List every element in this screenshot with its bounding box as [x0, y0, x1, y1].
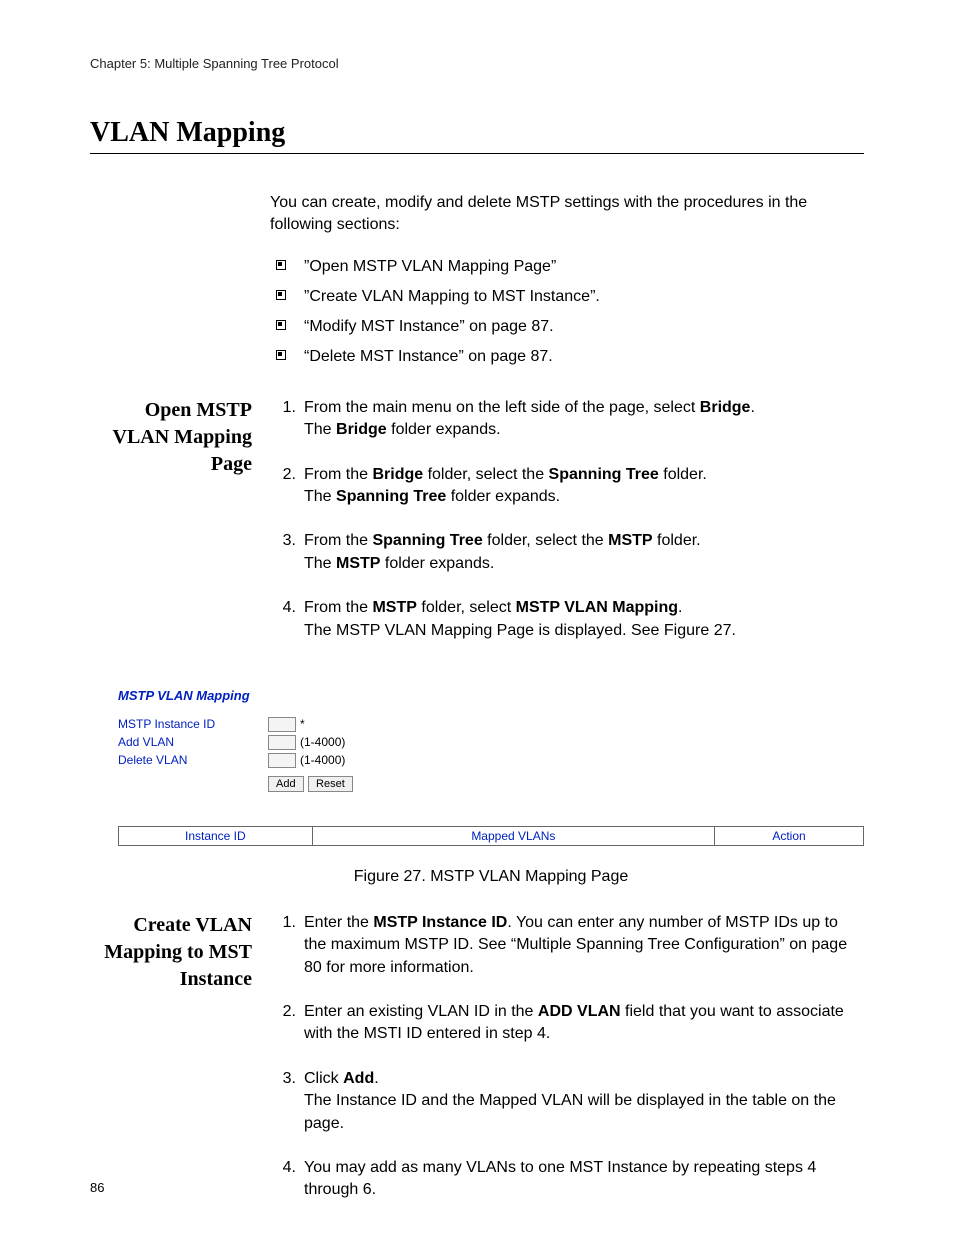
section-title: VLAN Mapping [90, 117, 864, 149]
mstp-instance-id-input[interactable] [268, 717, 296, 732]
document-page: Chapter 5: Multiple Spanning Tree Protoc… [0, 0, 954, 1235]
side-heading-open: Open MSTP VLAN Mapping Page [90, 397, 270, 478]
col-header-instance-id: Instance ID [119, 826, 313, 845]
list-item: 1. Enter the MSTP Instance ID. You can e… [270, 912, 864, 979]
col-header-action: Action [714, 826, 863, 845]
square-bullet-icon [276, 350, 286, 360]
list-item: 1. From the main menu on the left side o… [270, 397, 864, 442]
list-item: 3. From the Spanning Tree folder, select… [270, 530, 864, 575]
square-bullet-icon [276, 290, 286, 300]
chapter-header: Chapter 5: Multiple Spanning Tree Protoc… [90, 56, 864, 71]
bullet-item: “Delete MST Instance” on page 87. [270, 345, 864, 369]
add-button[interactable]: Add [268, 776, 304, 792]
intro-text: You can create, modify and delete MSTP s… [270, 192, 864, 237]
square-bullet-icon [276, 320, 286, 330]
add-vlan-input[interactable] [268, 735, 296, 750]
bullet-list: ”Open MSTP VLAN Mapping Page” ”Create VL… [270, 255, 864, 369]
label-add-vlan: Add VLAN [118, 735, 268, 749]
col-header-mapped-vlans: Mapped VLANs [312, 826, 714, 845]
range-hint: (1-4000) [300, 735, 345, 749]
open-mstp-block: Open MSTP VLAN Mapping Page 1. From the … [90, 397, 864, 664]
bullet-text: “Modify MST Instance” on page 87. [304, 318, 554, 335]
form-row-delete-vlan: Delete VLAN (1-4000) [118, 753, 864, 768]
range-hint: (1-4000) [300, 753, 345, 767]
create-steps-list: 1. Enter the MSTP Instance ID. You can e… [270, 912, 864, 1202]
figure-27: MSTP VLAN Mapping MSTP Instance ID * Add… [118, 688, 864, 886]
bullet-text: ”Create VLAN Mapping to MST Instance”. [304, 288, 600, 305]
label-mstp-instance-id: MSTP Instance ID [118, 717, 268, 731]
bullet-text: “Delete MST Instance” on page 87. [304, 348, 553, 365]
form-buttons: Add Reset [268, 774, 864, 792]
bullet-item: ”Open MSTP VLAN Mapping Page” [270, 255, 864, 279]
bullet-item: ”Create VLAN Mapping to MST Instance”. [270, 285, 864, 309]
create-vlan-block: Create VLAN Mapping to MST Instance 1. E… [90, 912, 864, 1224]
bullet-item: “Modify MST Instance” on page 87. [270, 315, 864, 339]
section-rule [90, 153, 864, 154]
form-row-add-vlan: Add VLAN (1-4000) [118, 735, 864, 750]
square-bullet-icon [276, 260, 286, 270]
reset-button[interactable]: Reset [308, 776, 353, 792]
list-item: 2. From the Bridge folder, select the Sp… [270, 464, 864, 509]
list-item: 3. Click Add. The Instance ID and the Ma… [270, 1068, 864, 1135]
list-item: 4. From the MSTP folder, select MSTP VLA… [270, 597, 864, 642]
figure-caption: Figure 27. MSTP VLAN Mapping Page [118, 868, 864, 886]
list-item: 4. You may add as many VLANs to one MST … [270, 1157, 864, 1202]
intro-block: You can create, modify and delete MSTP s… [90, 192, 864, 375]
side-heading-create: Create VLAN Mapping to MST Instance [90, 912, 270, 993]
delete-vlan-input[interactable] [268, 753, 296, 768]
page-number: 86 [90, 1180, 104, 1195]
mapping-table: Instance ID Mapped VLANs Action [118, 826, 864, 846]
bullet-text: ”Open MSTP VLAN Mapping Page” [304, 258, 556, 275]
label-delete-vlan: Delete VLAN [118, 753, 268, 767]
form-row-instance-id: MSTP Instance ID * [118, 717, 864, 732]
open-steps-list: 1. From the main menu on the left side o… [270, 397, 864, 642]
list-item: 2. Enter an existing VLAN ID in the ADD … [270, 1001, 864, 1046]
figure-panel-title: MSTP VLAN Mapping [118, 688, 864, 703]
required-asterisk: * [300, 717, 305, 731]
